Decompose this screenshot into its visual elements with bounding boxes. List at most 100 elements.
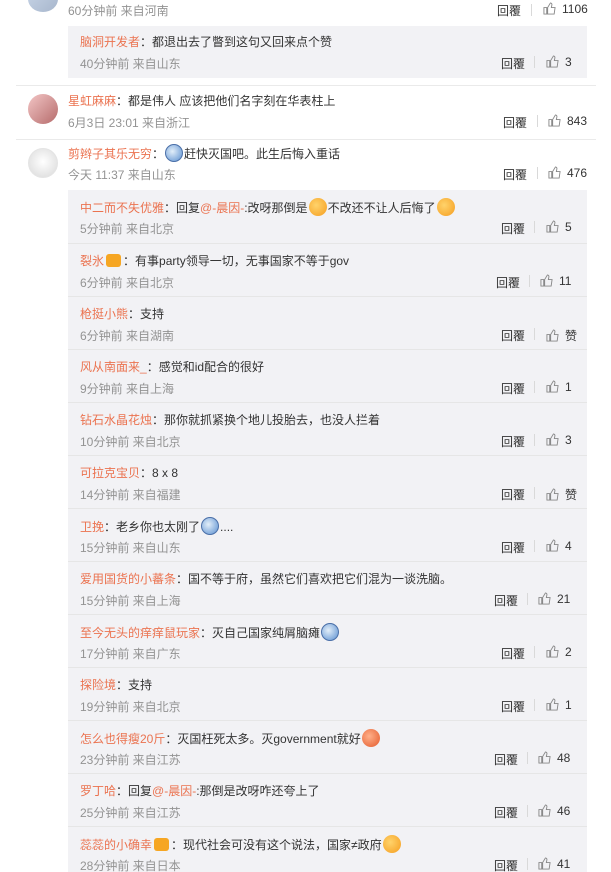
avatar[interactable] (28, 0, 58, 12)
username-link[interactable]: 脑洞开发者 (80, 35, 140, 49)
username-link[interactable]: 爱用国货的小蕃条 (80, 572, 176, 586)
like-count: 赞 (565, 329, 578, 343)
username-link[interactable]: 钻石水晶花烛 (80, 413, 152, 427)
comment-meta: 10分钟前 来自北京 (80, 435, 181, 449)
thumbs-up-icon (546, 380, 559, 393)
reply-button[interactable]: 回覆 (501, 220, 525, 237)
thumbs-up-icon (548, 114, 561, 127)
like-count: 48 (557, 751, 571, 765)
reply-button[interactable]: 回覆 (501, 380, 525, 397)
like-button[interactable]: 赞 (546, 327, 577, 344)
username-link[interactable]: 至今无头的痒痒鼠玩家 (80, 626, 200, 640)
username-link[interactable]: 怎么也得瘦20斤 (80, 732, 165, 746)
username-link[interactable]: 风从南面来_ (80, 360, 147, 374)
divider (537, 167, 538, 179)
list-item: 裂氷 ：有事party领导一切，无事国家不等于gov 6分钟前 来自北京 回覆 1… (68, 243, 587, 296)
like-button[interactable]: 3 (546, 433, 572, 447)
like-button[interactable]: 赞 (546, 486, 577, 503)
comment-meta: 今天 11:37 来自山东 (68, 168, 176, 182)
list-item: 钻石水晶花烛：那你就抓紧换个地儿投胎去，也没人拦着 10分钟前 来自北京 回覆 … (68, 402, 587, 455)
comment-meta: 23分钟前 来自江苏 (80, 753, 181, 767)
reply-button[interactable]: 回覆 (494, 857, 518, 872)
divider (527, 858, 528, 870)
like-button[interactable]: 5 (546, 220, 572, 234)
like-button[interactable]: 1 (546, 380, 572, 394)
divider (527, 593, 528, 605)
reply-button[interactable]: 回覆 (494, 592, 518, 609)
avatar[interactable] (28, 148, 58, 178)
like-count: 41 (557, 857, 571, 871)
username-link[interactable]: 可拉克宝贝 (80, 466, 140, 480)
reply-button[interactable]: 回覆 (503, 114, 527, 131)
reply-button[interactable]: 回覆 (501, 327, 525, 344)
comment-item: 星虹麻麻：都是伟人 应该把他们名字刻在华表柱上 6月3日 23:01 来自浙江 … (0, 85, 611, 137)
like-count: 46 (557, 804, 571, 818)
like-count: 4 (565, 539, 572, 553)
like-button[interactable]: 4 (546, 539, 572, 553)
username-link[interactable]: 枪挺小熊 (80, 307, 128, 321)
list-item: 蕊蕊的小确幸 ：现代社会可没有这个说法，国家≠政府 28分钟前 来自日本 回覆 4… (68, 826, 587, 872)
list-item: 卫挽：老乡你也太刚了.... 15分钟前 来自山东 回覆 4 (68, 508, 587, 561)
like-button[interactable]: 46 (538, 804, 570, 818)
like-button[interactable]: 11 (540, 274, 571, 288)
reply-button[interactable]: 回覆 (501, 486, 525, 503)
avatar[interactable] (28, 94, 58, 124)
like-button[interactable]: 3 (546, 55, 572, 69)
reply-button[interactable]: 回覆 (503, 166, 527, 183)
divider (534, 434, 535, 446)
emoji-icon (201, 517, 220, 535)
like-button[interactable]: 48 (538, 751, 570, 765)
comment-meta: 5分钟前 来自北京 (80, 222, 175, 236)
like-button[interactable]: 476 (548, 166, 587, 180)
mention-link[interactable]: @-晨因- (200, 201, 244, 215)
divider (531, 4, 532, 16)
reply-button[interactable]: 回覆 (501, 539, 525, 556)
divider (537, 115, 538, 127)
comment-meta: 9分钟前 来自上海 (80, 382, 175, 396)
username-link[interactable]: 星虹麻麻 (68, 94, 116, 108)
like-count: 2 (565, 645, 572, 659)
like-count: 11 (559, 274, 572, 288)
thumbs-up-icon (546, 645, 559, 658)
comment-meta: 15分钟前 来自山东 (80, 541, 181, 555)
like-count: 21 (557, 592, 571, 606)
divider (534, 487, 535, 499)
like-count: 843 (567, 114, 588, 128)
reply-thread: 脑洞开发者：都退出去了瞥到这句又回来点个赞 40分钟前 来自山东 回覆 3 (68, 26, 587, 78)
emoji-icon (382, 835, 401, 853)
username-link[interactable]: 罗丁哈 (80, 784, 116, 798)
like-button[interactable]: 41 (538, 857, 570, 871)
like-count: 1106 (562, 2, 588, 16)
username-link[interactable]: 蕊蕊的小确幸 (80, 838, 152, 852)
username-link[interactable]: 卫挽 (80, 520, 104, 534)
like-count: 1 (565, 698, 572, 712)
reply-button[interactable]: 回覆 (501, 645, 525, 662)
like-button[interactable]: 1106 (543, 2, 588, 16)
username-link[interactable]: 裂氷 (80, 254, 104, 268)
username-link[interactable]: 剪辫子其乐无穷 (68, 147, 152, 161)
thumbs-up-icon (546, 488, 559, 501)
reply-button[interactable]: 回覆 (497, 2, 521, 19)
username-link[interactable]: 探险境 (80, 678, 116, 692)
comment-meta: 25分钟前 来自江苏 (80, 806, 181, 820)
like-button[interactable]: 21 (538, 592, 570, 606)
reply-button[interactable]: 回覆 (501, 698, 525, 715)
list-item: 风从南面来_：感觉和id配合的很好 9分钟前 来自上海 回覆 1 (68, 349, 587, 402)
list-item: 中二而不失优雅：回复@-晨因-:改呀那倒是 不改还不让人后悔了 5分钟前 来自北京… (68, 190, 587, 243)
reply-button[interactable]: 回覆 (501, 55, 525, 72)
reply-text: ：都退出去了瞥到这句又回来点个赞 (140, 35, 333, 49)
previous-comment-tail: 60分钟前 来自河南 回覆 1106 (0, 0, 611, 18)
divider (527, 752, 528, 764)
mention-link[interactable]: @-晨因- (152, 784, 196, 798)
thumbs-up-icon (546, 433, 559, 446)
reply-button[interactable]: 回覆 (501, 433, 525, 450)
like-button[interactable]: 2 (546, 645, 572, 659)
reply-button[interactable]: 回覆 (496, 274, 520, 291)
like-button[interactable]: 1 (546, 698, 572, 712)
thumbs-up-icon (538, 751, 551, 764)
like-count: 3 (565, 55, 572, 69)
like-button[interactable]: 843 (548, 114, 587, 128)
reply-button[interactable]: 回覆 (494, 804, 518, 821)
username-link[interactable]: 中二而不失优雅 (80, 201, 164, 215)
reply-button[interactable]: 回覆 (494, 751, 518, 768)
